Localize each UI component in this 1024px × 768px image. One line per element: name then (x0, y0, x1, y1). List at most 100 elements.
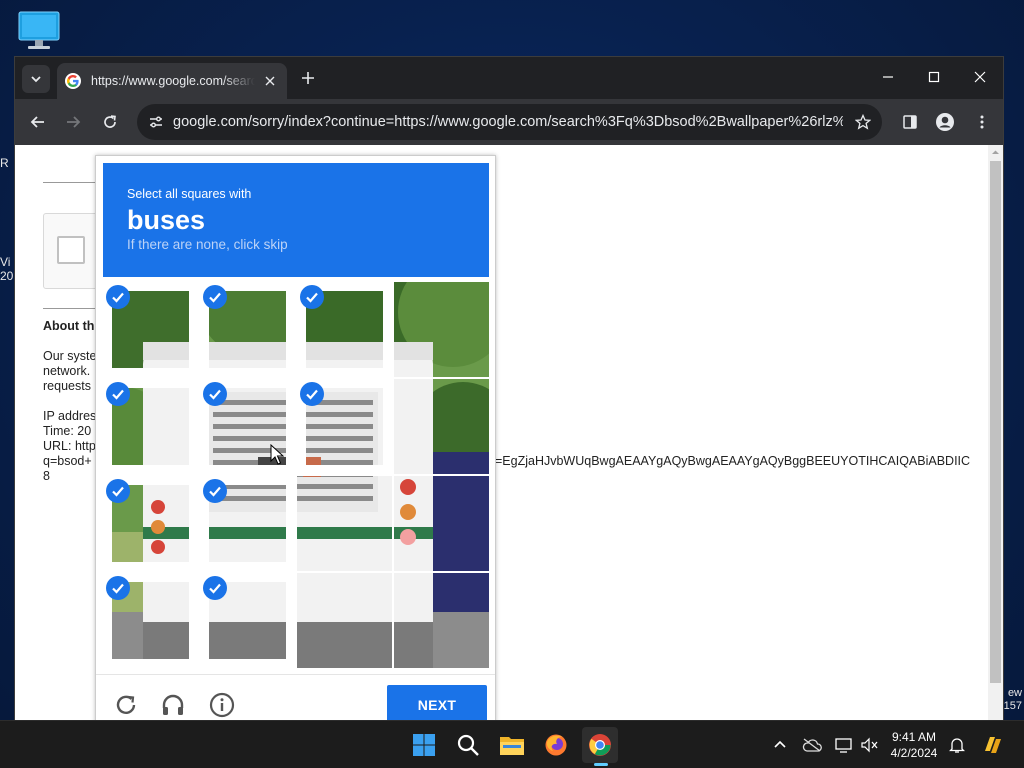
taskbar-clock[interactable]: 9:41 AM 4/2/2024 (884, 729, 944, 761)
chevron-down-icon (31, 76, 41, 83)
recaptcha-checkbox-widget (43, 213, 103, 289)
desktop-label-fragment: R (0, 156, 9, 170)
challenge-instruction: Select all squares with (127, 187, 252, 201)
profile-button[interactable] (930, 107, 960, 137)
checkmark-icon (106, 382, 130, 406)
challenge-target: buses (127, 205, 206, 235)
search-button[interactable] (450, 727, 486, 763)
checkmark-icon (203, 576, 227, 600)
mouse-cursor-icon (270, 444, 284, 465)
maximize-icon (928, 71, 940, 83)
more-vert-icon (980, 115, 984, 129)
captcha-tile[interactable] (103, 573, 198, 668)
minimize-button[interactable] (865, 63, 911, 91)
captcha-tile[interactable] (394, 476, 489, 571)
headphones-icon (162, 694, 184, 715)
captcha-tile[interactable] (394, 282, 489, 377)
tab-google-search[interactable]: https://www.google.com/search?q=bsod+wal… (57, 63, 287, 99)
arrow-left-icon (30, 116, 44, 128)
firefox-icon (545, 734, 567, 756)
checkmark-icon (300, 285, 324, 309)
captcha-tile[interactable] (103, 379, 198, 474)
reload-button[interactable] (95, 107, 125, 137)
tile-image (394, 379, 489, 474)
image-grid (103, 282, 489, 668)
scroll-up-icon (992, 150, 999, 154)
reload-icon (116, 695, 136, 714)
audio-challenge-button[interactable] (159, 691, 187, 719)
this-pc-desktop-icon[interactable] (16, 10, 62, 52)
paragraph-line: requests (43, 379, 91, 393)
maximize-button[interactable] (911, 63, 957, 91)
clock-time: 9:41 AM (891, 730, 937, 744)
menu-button[interactable] (967, 107, 997, 137)
active-app-indicator (594, 763, 608, 766)
captcha-tile[interactable] (297, 476, 392, 571)
desktop-label-fragment: Vi (0, 255, 11, 269)
show-hidden-icons-button[interactable] (768, 733, 792, 757)
back-button[interactable] (23, 107, 53, 137)
captcha-tile[interactable] (103, 476, 198, 571)
avatar-icon (936, 113, 954, 131)
forward-button[interactable] (58, 107, 88, 137)
taskbar: 9:41 AM 4/2/2024 (0, 720, 1024, 768)
close-icon[interactable] (261, 72, 279, 90)
site-info-button[interactable] (143, 109, 169, 135)
divider (43, 308, 103, 309)
captcha-tile[interactable] (103, 282, 198, 377)
new-tab-button[interactable] (297, 67, 319, 89)
page-content: About th Our syste network. requests IP … (15, 145, 1003, 720)
browser-toolbar: google.com/sorry/index?continue=https://… (15, 99, 1003, 145)
recaptcha-challenge: Select all squares with buses If there a… (95, 155, 496, 720)
about-heading: About th (43, 319, 95, 333)
captcha-tile[interactable] (297, 282, 392, 377)
url-line: 8 (43, 469, 50, 483)
captcha-tile[interactable] (394, 379, 489, 474)
url-label: URL: http (43, 439, 96, 453)
info-button[interactable] (208, 691, 236, 719)
time-label: Time: 20 (43, 424, 92, 438)
network-icon[interactable] (832, 733, 856, 757)
start-button[interactable] (406, 727, 442, 763)
side-panel-button[interactable] (895, 107, 925, 137)
tab-search-button[interactable] (22, 65, 50, 93)
captcha-tile[interactable] (200, 476, 295, 571)
chrome-taskbar-button[interactable] (582, 727, 618, 763)
checkmark-icon (106, 285, 130, 309)
file-explorer-button[interactable] (494, 727, 530, 763)
url-text[interactable]: google.com/sorry/index?continue=https://… (173, 104, 843, 140)
challenge-footer: NEXT (96, 674, 495, 720)
reload-challenge-button[interactable] (112, 691, 140, 719)
volume-muted-icon[interactable] (858, 733, 882, 757)
bell-icon (949, 738, 965, 753)
captcha-tile[interactable] (394, 573, 489, 668)
vertical-scrollbar[interactable] (988, 145, 1003, 720)
challenge-hint: If there are none, click skip (127, 237, 288, 252)
captcha-tile[interactable] (297, 573, 392, 668)
divider (43, 182, 103, 183)
plus-icon (302, 72, 314, 84)
close-window-button[interactable] (957, 63, 1003, 91)
search-icon (457, 734, 479, 756)
next-button[interactable]: NEXT (387, 685, 487, 720)
address-bar[interactable]: google.com/sorry/index?continue=https://… (137, 104, 882, 140)
checkmark-icon (203, 285, 227, 309)
captcha-tile[interactable] (297, 379, 392, 474)
reload-icon (104, 115, 116, 128)
google-favicon-icon (65, 73, 81, 89)
captcha-tile[interactable] (200, 573, 295, 668)
chevron-up-icon (774, 740, 786, 748)
chrome-icon (589, 734, 611, 756)
bookmark-star-button[interactable] (850, 109, 876, 135)
url-line: q=bsod+ (43, 454, 92, 468)
notifications-button[interactable] (945, 733, 969, 757)
onedrive-icon[interactable] (800, 733, 824, 757)
copilot-pre-icon[interactable] (980, 733, 1006, 757)
scrollbar-thumb[interactable] (990, 161, 1001, 683)
info-icon (209, 692, 235, 718)
captcha-tile[interactable] (200, 282, 295, 377)
recaptcha-checkbox[interactable] (57, 236, 85, 264)
desktop-label-fragment: ew (1007, 687, 1022, 699)
firefox-button[interactable] (538, 727, 574, 763)
ip-address-label: IP addres (43, 409, 97, 423)
